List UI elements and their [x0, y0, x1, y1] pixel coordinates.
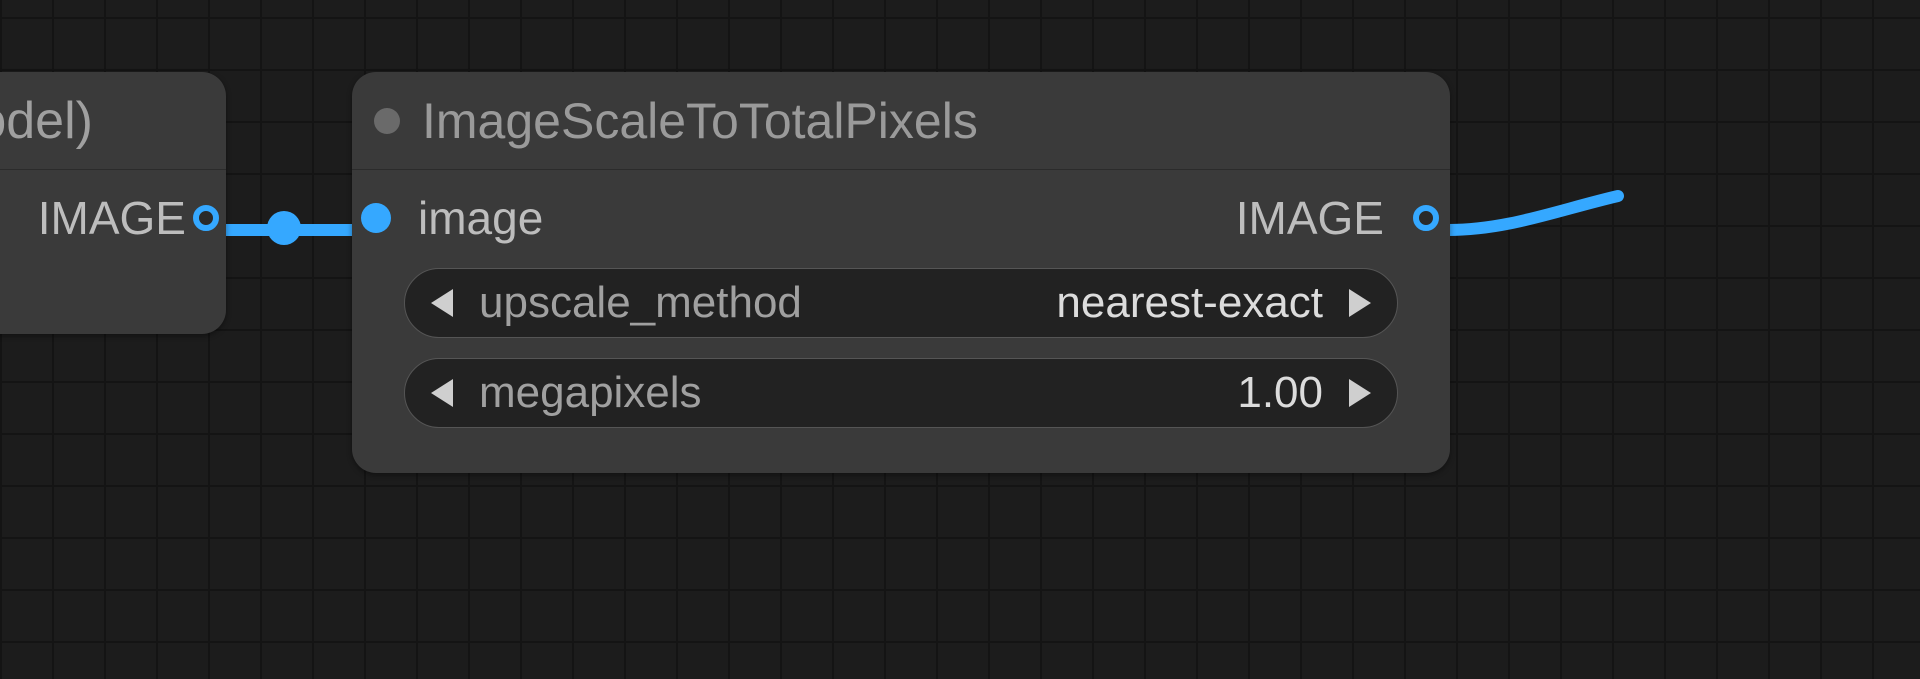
- output-port-label: IMAGE: [1236, 191, 1414, 245]
- node-upstream[interactable]: Model) IMAGE: [0, 72, 226, 334]
- link-midpoint-dot: [267, 211, 301, 245]
- link-image-out: [1448, 190, 1608, 270]
- output-port-dot[interactable]: [193, 205, 219, 231]
- widget-value: 1.00: [1237, 368, 1333, 418]
- arrow-left-icon[interactable]: [431, 379, 453, 407]
- node-title: ImageScaleToTotalPixels: [422, 92, 978, 150]
- output-port-label: IMAGE: [38, 191, 206, 245]
- arrow-right-icon[interactable]: [1349, 289, 1371, 317]
- node-image-scale-to-total-pixels[interactable]: ImageScaleToTotalPixels image IMAGE upsc…: [352, 72, 1450, 473]
- input-port-label: image: [388, 191, 543, 245]
- node-title: Model): [0, 91, 93, 151]
- output-port-dot-image[interactable]: [1413, 205, 1439, 231]
- widget-label: megapixels: [469, 368, 1221, 418]
- node-header[interactable]: Model): [0, 72, 226, 170]
- input-port-dot-image[interactable]: [361, 203, 391, 233]
- widget-megapixels[interactable]: megapixels 1.00: [404, 358, 1398, 428]
- node-header[interactable]: ImageScaleToTotalPixels: [352, 72, 1450, 170]
- widget-value: nearest-exact: [1056, 278, 1333, 328]
- widget-upscale-method[interactable]: upscale_method nearest-exact: [404, 268, 1398, 338]
- output-port-image[interactable]: IMAGE: [0, 188, 206, 248]
- arrow-left-icon[interactable]: [431, 289, 453, 317]
- arrow-right-icon[interactable]: [1349, 379, 1371, 407]
- widget-label: upscale_method: [469, 278, 1040, 328]
- node-collapse-toggle[interactable]: [374, 108, 400, 134]
